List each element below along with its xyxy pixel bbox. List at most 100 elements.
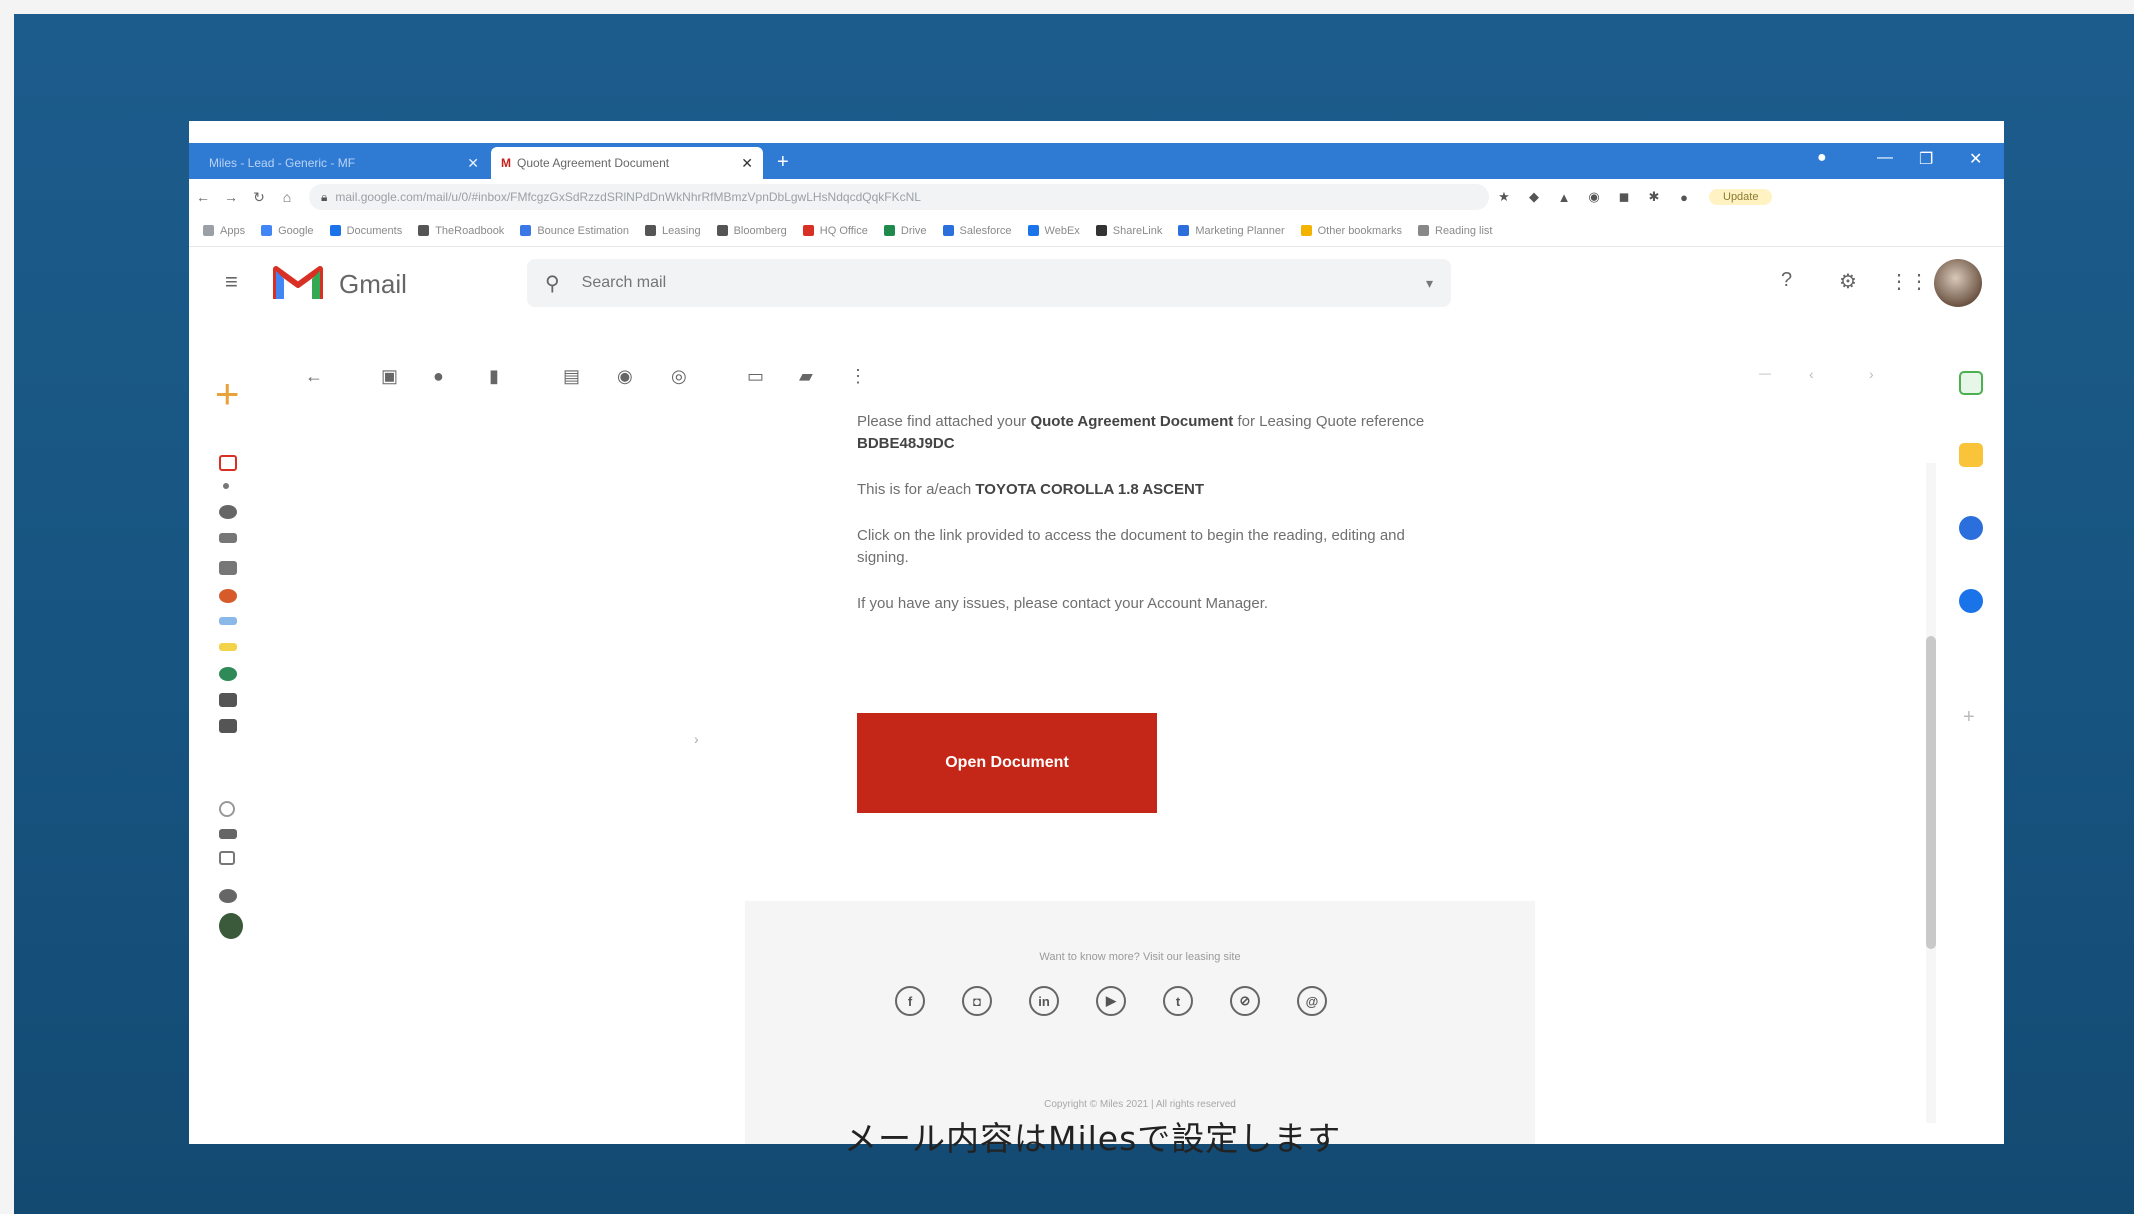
bookmark-item[interactable]: Salesforce <box>942 225 1012 237</box>
bookmark-item[interactable]: Drive <box>883 225 927 237</box>
reload-icon[interactable]: ↻ <box>245 189 273 206</box>
bookmark-item[interactable]: Reading list <box>1418 225 1492 237</box>
meet-icon[interactable] <box>219 801 235 817</box>
bookmark-item[interactable]: HQ Office <box>802 225 868 237</box>
keep-icon[interactable] <box>1959 443 1983 467</box>
close-window-icon[interactable]: ✕ <box>1969 149 1982 169</box>
twitter-icon[interactable]: t <box>1163 986 1193 1016</box>
delete-icon[interactable]: ▮ <box>489 366 499 387</box>
drafts-icon[interactable] <box>219 561 237 575</box>
facebook-icon[interactable]: f <box>895 986 925 1016</box>
sent-icon[interactable] <box>219 533 237 543</box>
bookmark-item[interactable]: Other bookmarks <box>1300 224 1402 237</box>
search-bar[interactable]: ⚲ ▾ <box>527 259 1451 307</box>
bookmark-item[interactable]: Bloomberg <box>716 225 787 237</box>
close-tab-icon[interactable]: ✕ <box>741 155 753 172</box>
home-icon[interactable]: ⌂ <box>273 189 301 205</box>
email-footer: Want to know more? Visit our leasing sit… <box>745 901 1535 1144</box>
update-button[interactable]: Update <box>1709 189 1773 205</box>
label-icon[interactable]: ▰ <box>799 366 813 387</box>
bookmark-label: Reading list <box>1435 224 1493 237</box>
archive-icon[interactable]: ▣ <box>381 366 398 387</box>
bookmark-item[interactable]: Apps <box>203 225 245 237</box>
email-icon[interactable]: @ <box>1297 986 1327 1016</box>
website-icon[interactable]: ⊘ <box>1230 986 1260 1016</box>
search-input[interactable] <box>579 273 1426 293</box>
search-icon[interactable]: ⚲ <box>545 271 560 296</box>
bookmark-favicon-icon <box>883 225 895 236</box>
scrollbar-thumb[interactable] <box>1926 636 1936 949</box>
copyright-text: Copyright © Miles 2021 | All rights rese… <box>1044 1099 1236 1110</box>
extension-icon[interactable]: ▲ <box>1549 190 1579 205</box>
extension-icon[interactable]: ◆ <box>1519 189 1549 205</box>
starred-icon[interactable] <box>223 483 229 489</box>
open-document-button[interactable]: Open Document <box>857 713 1157 813</box>
inbox-icon[interactable] <box>219 455 237 471</box>
snoozed-icon[interactable] <box>219 505 237 519</box>
address-bar[interactable]: 🔒︎ mail.google.com/mail/u/0/#inbox/FMfcg… <box>309 184 1489 210</box>
settings-gear-icon[interactable]: ⚙ <box>1839 269 1857 294</box>
bookmark-label: Documents <box>346 224 403 237</box>
move-to-icon[interactable]: ▭ <box>747 366 764 387</box>
chat-avatar[interactable] <box>219 913 243 939</box>
bookmark-item[interactable]: Documents <box>329 224 403 237</box>
bookmark-label: Other bookmarks <box>1317 224 1402 237</box>
label-dark-icon[interactable] <box>219 693 237 707</box>
snooze-icon[interactable]: ◉ <box>617 366 633 387</box>
search-options-icon[interactable]: ▾ <box>1426 275 1433 292</box>
video-frame: Miles - Lead - Generic - MF ✕ M Quote Ag… <box>14 14 2134 1214</box>
bookmark-label: ShareLink <box>1112 224 1163 237</box>
instagram-icon[interactable]: ◘ <box>962 986 992 1016</box>
bookmark-item[interactable]: WebEx <box>1027 225 1080 237</box>
bookmark-item[interactable]: Bounce Estimation <box>520 225 629 237</box>
avatar[interactable] <box>1934 259 1982 307</box>
mark-unread-icon[interactable]: ▤ <box>563 366 580 387</box>
keyboard-icon[interactable] <box>219 851 235 865</box>
add-task-icon[interactable]: ◎ <box>671 366 687 387</box>
prev-page-icon[interactable]: ‹ <box>1809 366 1814 382</box>
new-tab-icon[interactable]: + <box>777 151 789 174</box>
back-arrow-icon[interactable]: ← <box>305 366 323 387</box>
tab-quote-agreement[interactable]: M Quote Agreement Document ✕ <box>491 147 763 179</box>
bookmark-item[interactable]: Google <box>261 225 314 237</box>
label-green-icon[interactable] <box>219 667 237 681</box>
contacts-icon[interactable] <box>1959 589 1983 613</box>
collapse-icon[interactable]: › <box>694 731 699 747</box>
tasks-icon[interactable] <box>1959 516 1983 540</box>
more-vert-icon[interactable]: ⋮ <box>849 366 867 387</box>
apps-grid-icon[interactable]: ⋮⋮ <box>1889 269 1929 294</box>
bookmark-star-icon[interactable]: ★ <box>1489 189 1519 205</box>
maximize-icon[interactable]: ❐ <box>1919 149 1933 169</box>
gmail-logo-icon[interactable] <box>273 263 323 301</box>
add-on-icon[interactable]: + <box>1963 706 1975 729</box>
calendar-icon[interactable] <box>1959 371 1983 395</box>
youtube-icon[interactable]: ▶ <box>1096 986 1126 1016</box>
report-spam-icon[interactable]: ● <box>433 366 444 387</box>
bookmark-item[interactable]: TheRoadbook <box>418 225 504 237</box>
pagination-icon: — <box>1759 366 1771 380</box>
bookmark-item[interactable]: Leasing <box>645 225 701 237</box>
bookmark-item[interactable]: ShareLink <box>1095 224 1163 237</box>
bookmark-item[interactable]: Marketing Planner <box>1178 225 1285 237</box>
linkedin-icon[interactable]: in <box>1029 986 1059 1016</box>
close-tab-icon[interactable]: ✕ <box>467 155 479 172</box>
video-icon[interactable] <box>219 829 237 839</box>
extension-icon[interactable]: ◼ <box>1609 189 1639 205</box>
extension-icon[interactable]: ◉ <box>1579 189 1609 205</box>
label-blue-icon[interactable] <box>219 617 237 625</box>
tab-miles-lead[interactable]: Miles - Lead - Generic - MF ✕ <box>199 147 489 179</box>
label-dark-icon[interactable] <box>219 719 237 733</box>
forward-icon[interactable]: → <box>217 189 245 205</box>
back-icon[interactable]: ← <box>189 189 217 205</box>
next-page-icon[interactable]: › <box>1869 366 1874 382</box>
profile-dot-icon[interactable]: ● <box>1817 149 1827 167</box>
hangouts-icon[interactable] <box>219 889 237 903</box>
label-yellow-icon[interactable] <box>219 643 237 651</box>
profile-icon[interactable]: ● <box>1669 190 1699 205</box>
main-menu-icon[interactable]: ≡ <box>225 269 238 295</box>
support-icon[interactable]: ? <box>1781 269 1792 292</box>
label-orange-icon[interactable] <box>219 589 237 603</box>
compose-plus-icon[interactable]: + <box>215 373 240 415</box>
puzzle-icon[interactable]: ✱ <box>1639 189 1669 205</box>
minimize-icon[interactable]: — <box>1877 149 1893 167</box>
